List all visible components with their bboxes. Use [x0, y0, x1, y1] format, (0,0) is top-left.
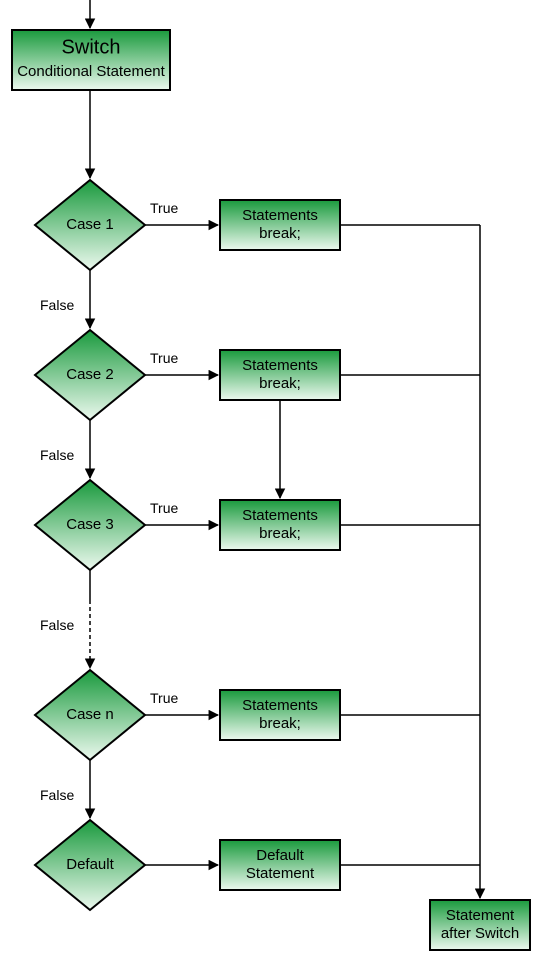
case2-stmt1: Statements	[242, 357, 318, 374]
case2-true-label: True	[150, 350, 178, 366]
default-stmt2: Statement	[246, 865, 315, 882]
case1-stmt1: Statements	[242, 207, 318, 224]
case1-stmt2: break;	[259, 225, 301, 242]
default-node: Default	[35, 820, 145, 910]
case1-stmt: Statements break;	[220, 200, 340, 250]
case3-false-label: False	[40, 617, 74, 633]
case1-node: Case 1	[35, 180, 145, 270]
casen-label: Case n	[66, 706, 114, 723]
default-stmt: Default Statement	[220, 840, 340, 890]
case2-false-label: False	[40, 447, 74, 463]
case1-label: Case 1	[66, 216, 114, 233]
switch-subtitle: Conditional Statement	[17, 63, 165, 80]
casen-stmt: Statements break;	[220, 690, 340, 740]
case2-label: Case 2	[66, 366, 114, 383]
after-line2: after Switch	[441, 925, 519, 942]
case3-label: Case 3	[66, 516, 114, 533]
after-line1: Statement	[446, 907, 515, 924]
switch-flowchart: Switch Conditional Statement Case 1 True…	[0, 0, 553, 969]
casen-false-label: False	[40, 787, 74, 803]
case3-stmt: Statements break;	[220, 500, 340, 550]
casen-true-label: True	[150, 690, 178, 706]
case3-stmt1: Statements	[242, 507, 318, 524]
case3-node: Case 3	[35, 480, 145, 570]
casen-stmt2: break;	[259, 715, 301, 732]
switch-node: Switch Conditional Statement	[12, 30, 170, 90]
case2-node: Case 2	[35, 330, 145, 420]
casen-node: Case n	[35, 670, 145, 760]
case3-true-label: True	[150, 500, 178, 516]
casen-stmt1: Statements	[242, 697, 318, 714]
case2-stmt2: break;	[259, 375, 301, 392]
case1-false-label: False	[40, 297, 74, 313]
default-label: Default	[66, 856, 114, 873]
case2-stmt: Statements break;	[220, 350, 340, 400]
switch-title: Switch	[62, 36, 121, 58]
case3-stmt2: break;	[259, 525, 301, 542]
case1-true-label: True	[150, 200, 178, 216]
default-stmt1: Default	[256, 847, 304, 864]
after-switch-node: Statement after Switch	[430, 900, 530, 950]
